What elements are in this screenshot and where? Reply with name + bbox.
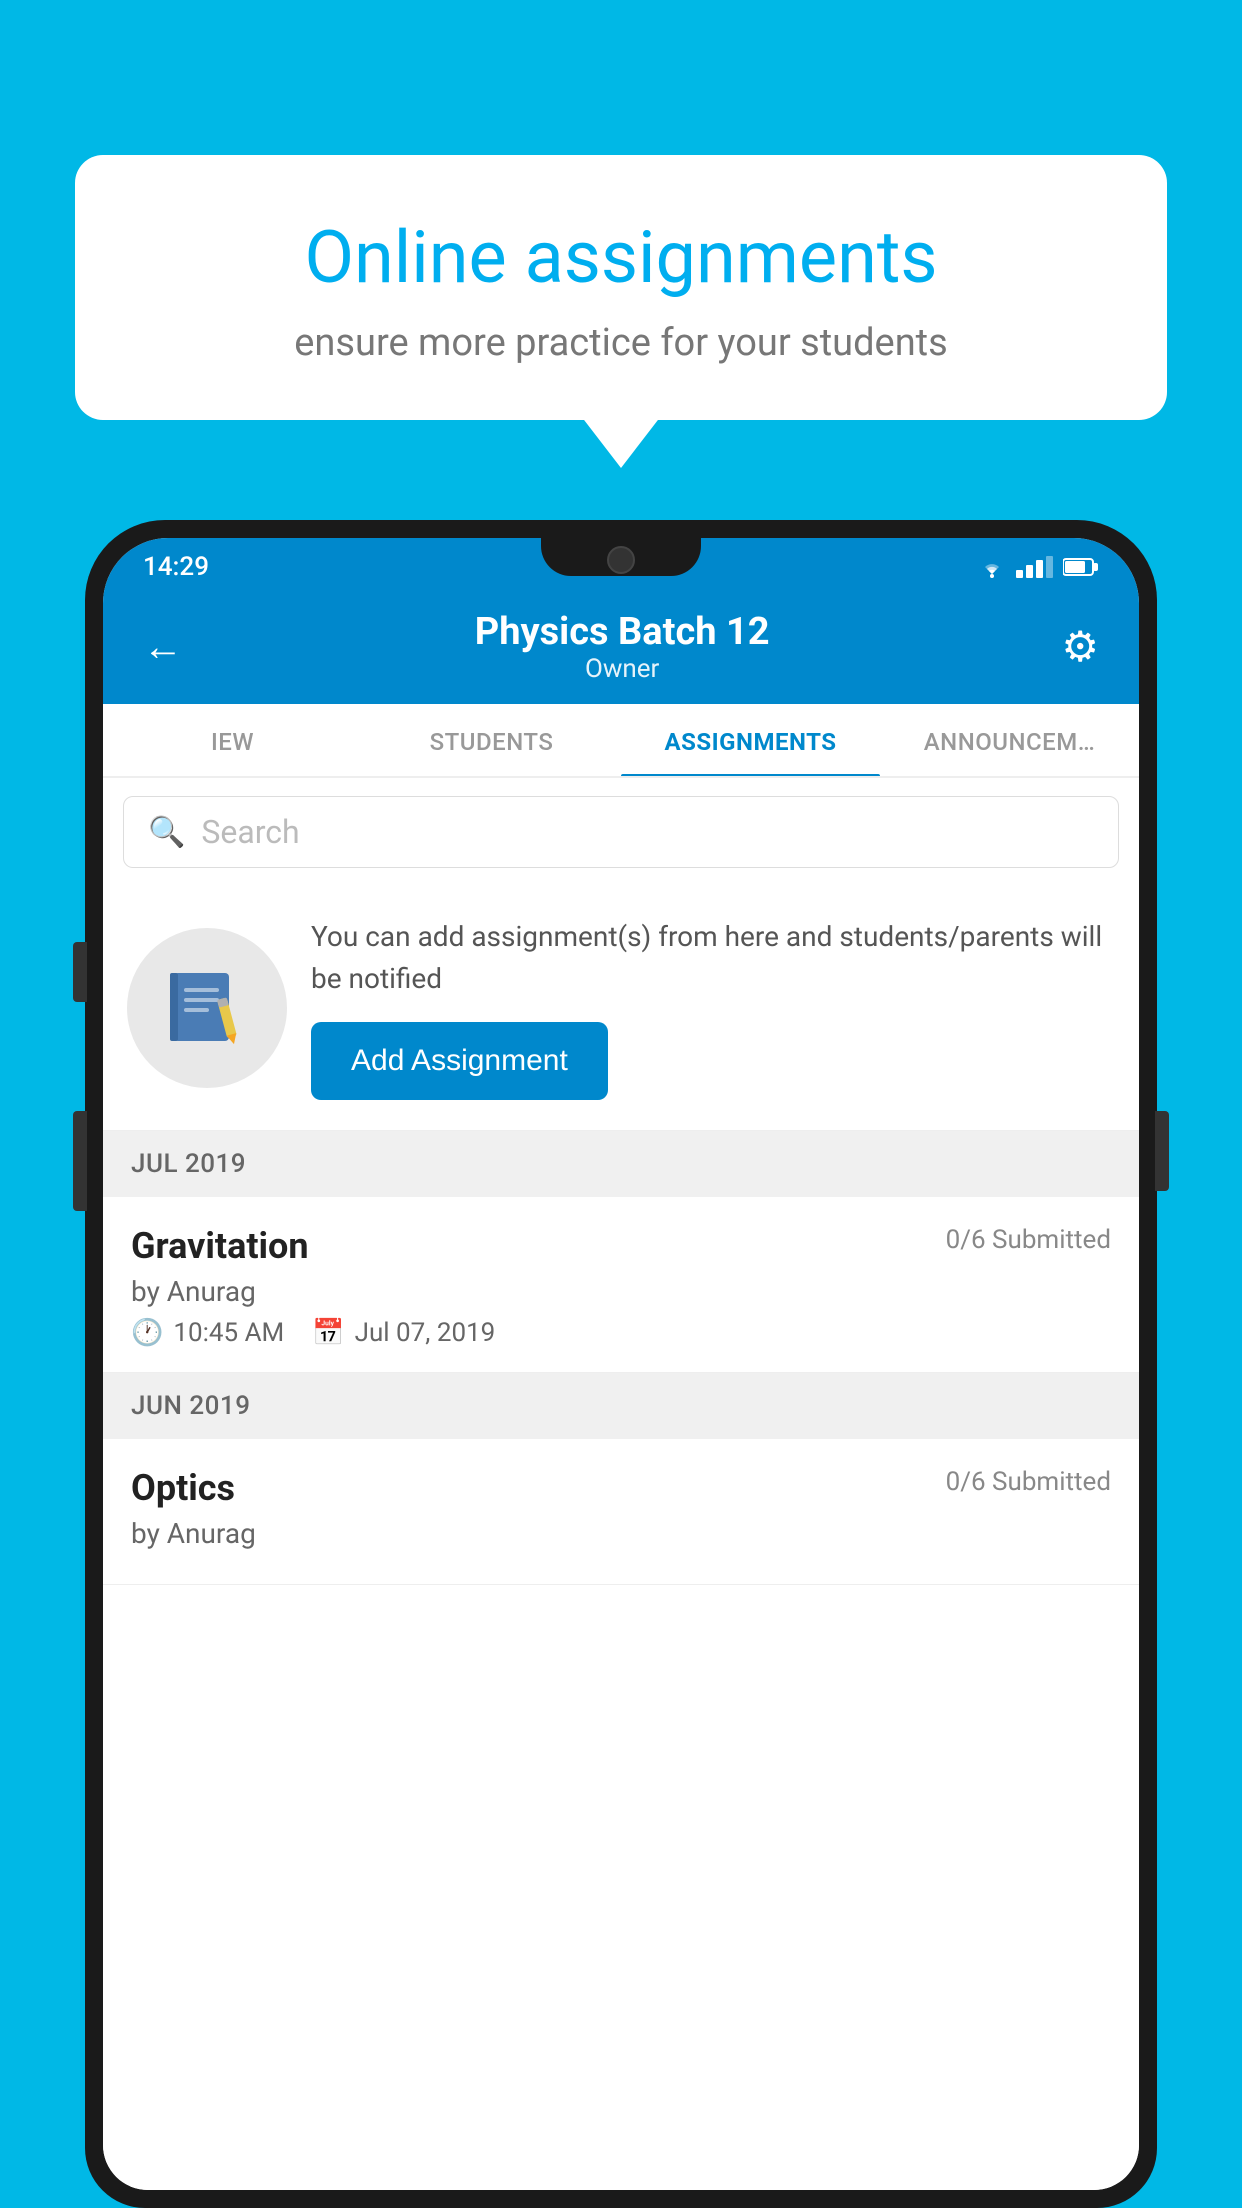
assignment-author-optics: by Anurag bbox=[131, 1517, 1111, 1550]
tab-iew[interactable]: IEW bbox=[103, 704, 362, 776]
assignment-submitted: 0/6 Submitted bbox=[946, 1225, 1111, 1255]
header-subtitle: Owner bbox=[475, 654, 770, 684]
back-button[interactable]: ← bbox=[143, 627, 183, 667]
speech-bubble: Online assignments ensure more practice … bbox=[75, 155, 1167, 420]
phone-screen: 14:29 bbox=[103, 538, 1139, 2190]
tab-students[interactable]: STUDENTS bbox=[362, 704, 621, 776]
add-assignment-button[interactable]: Add Assignment bbox=[311, 1022, 608, 1100]
power-button bbox=[1155, 1111, 1169, 1191]
notebook-icon bbox=[162, 963, 252, 1053]
front-camera bbox=[607, 546, 635, 574]
phone-outer: 14:29 bbox=[85, 520, 1157, 2208]
promo-section: You can add assignment(s) from here and … bbox=[103, 886, 1139, 1131]
assignment-submitted-optics: 0/6 Submitted bbox=[946, 1467, 1111, 1497]
assignment-date: 📅 Jul 07, 2019 bbox=[312, 1318, 495, 1348]
speech-bubble-container: Online assignments ensure more practice … bbox=[75, 155, 1167, 420]
tabs-bar: IEW STUDENTS ASSIGNMENTS ANNOUNCEM… bbox=[103, 704, 1139, 778]
assignment-time: 🕐 10:45 AM bbox=[131, 1318, 284, 1348]
promo-text-area: You can add assignment(s) from here and … bbox=[311, 916, 1115, 1100]
tab-assignments[interactable]: ASSIGNMENTS bbox=[621, 704, 880, 776]
wifi-icon bbox=[978, 556, 1006, 578]
assignment-name-optics: Optics bbox=[131, 1467, 235, 1509]
search-bar[interactable]: 🔍 Search bbox=[123, 796, 1119, 868]
promo-icon-circle bbox=[127, 928, 287, 1088]
assignment-name: Gravitation bbox=[131, 1225, 309, 1267]
bubble-subtitle: ensure more practice for your students bbox=[145, 321, 1097, 365]
assignment-author: by Anurag bbox=[131, 1275, 1111, 1308]
promo-description: You can add assignment(s) from here and … bbox=[311, 916, 1115, 1000]
search-icon: 🔍 bbox=[148, 815, 185, 850]
assignment-item-optics[interactable]: Optics 0/6 Submitted by Anurag bbox=[103, 1439, 1139, 1585]
status-time: 14:29 bbox=[143, 552, 209, 582]
app-header: ← Physics Batch 12 Owner ⚙ bbox=[103, 592, 1139, 704]
assignment-meta: 🕐 10:45 AM 📅 Jul 07, 2019 bbox=[131, 1318, 1111, 1348]
month-header-jul: JUL 2019 bbox=[103, 1131, 1139, 1197]
volume-down-button bbox=[73, 1111, 87, 1211]
content-area: 🔍 Search bbox=[103, 778, 1139, 2190]
header-center: Physics Batch 12 Owner bbox=[475, 610, 770, 684]
phone-notch bbox=[541, 538, 701, 576]
header-title: Physics Batch 12 bbox=[475, 610, 770, 654]
search-input[interactable]: Search bbox=[201, 813, 299, 851]
signal-icon bbox=[1016, 556, 1053, 578]
calendar-icon: 📅 bbox=[312, 1318, 344, 1348]
assignment-top-row-optics: Optics 0/6 Submitted bbox=[131, 1467, 1111, 1509]
bubble-title: Online assignments bbox=[145, 215, 1097, 301]
clock-icon: 🕐 bbox=[131, 1318, 163, 1348]
volume-up-button bbox=[73, 942, 87, 1002]
search-container: 🔍 Search bbox=[103, 778, 1139, 886]
status-icons bbox=[978, 556, 1099, 578]
tab-announcements[interactable]: ANNOUNCEM… bbox=[880, 704, 1139, 776]
assignment-item-gravitation[interactable]: Gravitation 0/6 Submitted by Anurag 🕐 10… bbox=[103, 1197, 1139, 1373]
phone-frame: 14:29 bbox=[85, 520, 1157, 2208]
month-header-jun: JUN 2019 bbox=[103, 1373, 1139, 1439]
assignment-top-row: Gravitation 0/6 Submitted bbox=[131, 1225, 1111, 1267]
settings-button[interactable]: ⚙ bbox=[1061, 622, 1099, 672]
battery-icon bbox=[1063, 556, 1099, 578]
